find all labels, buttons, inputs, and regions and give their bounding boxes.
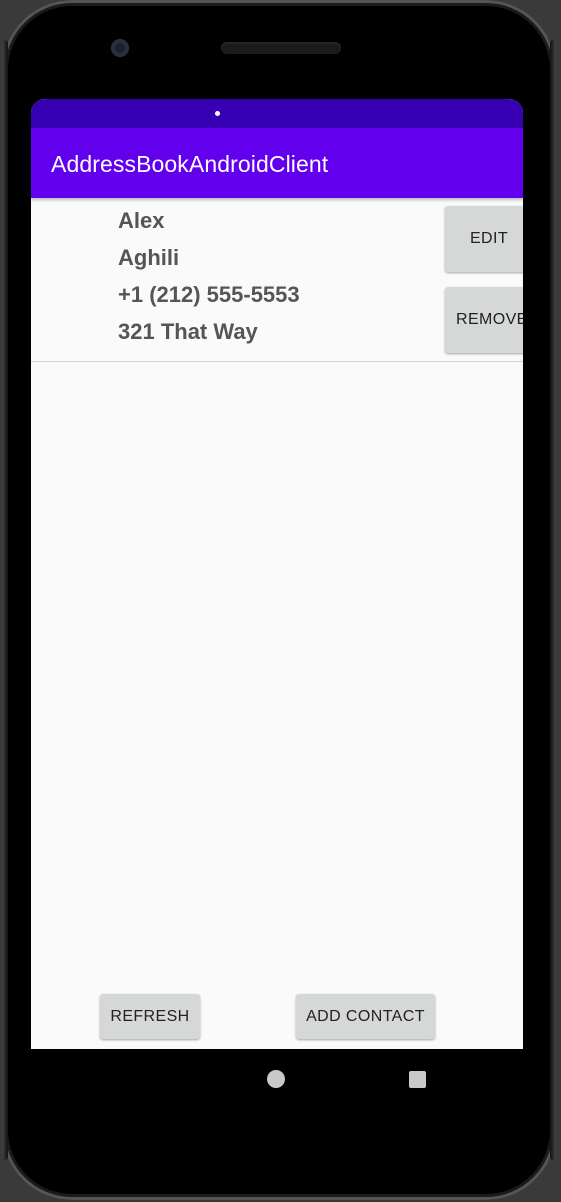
add-contact-button[interactable]: ADD CONTACT xyxy=(296,994,435,1039)
remove-button-label: REMOVE xyxy=(456,311,523,328)
edit-button-label: EDIT xyxy=(469,230,509,247)
app-bar: AddressBookAndroidClient xyxy=(31,128,523,198)
front-camera-icon xyxy=(111,39,129,57)
notification-dot-icon xyxy=(215,111,220,116)
contact-address: 321 That Way xyxy=(118,319,258,344)
contact-phone: +1 (212) 555-5553 xyxy=(118,282,300,307)
phone-edge-right xyxy=(550,40,556,1160)
refresh-button[interactable]: REFRESH xyxy=(100,994,200,1039)
refresh-button-label: REFRESH xyxy=(110,1007,190,1025)
phone-edge-left xyxy=(2,40,8,1160)
home-icon[interactable] xyxy=(267,1070,285,1088)
remove-contact-button[interactable]: REMOVE xyxy=(445,287,523,353)
recents-icon[interactable] xyxy=(409,1071,426,1088)
contact-first-name: Alex xyxy=(118,208,165,233)
device-screen: AddressBookAndroidClient Alex Aghili +1 … xyxy=(31,99,523,1049)
status-bar xyxy=(31,99,523,128)
earpiece-speaker xyxy=(221,42,341,54)
contact-last-name: Aghili xyxy=(118,245,180,270)
edit-contact-button[interactable]: EDIT xyxy=(445,206,523,272)
add-contact-button-label: ADD CONTACT xyxy=(306,1007,425,1025)
app-title: AddressBookAndroidClient xyxy=(51,151,329,177)
